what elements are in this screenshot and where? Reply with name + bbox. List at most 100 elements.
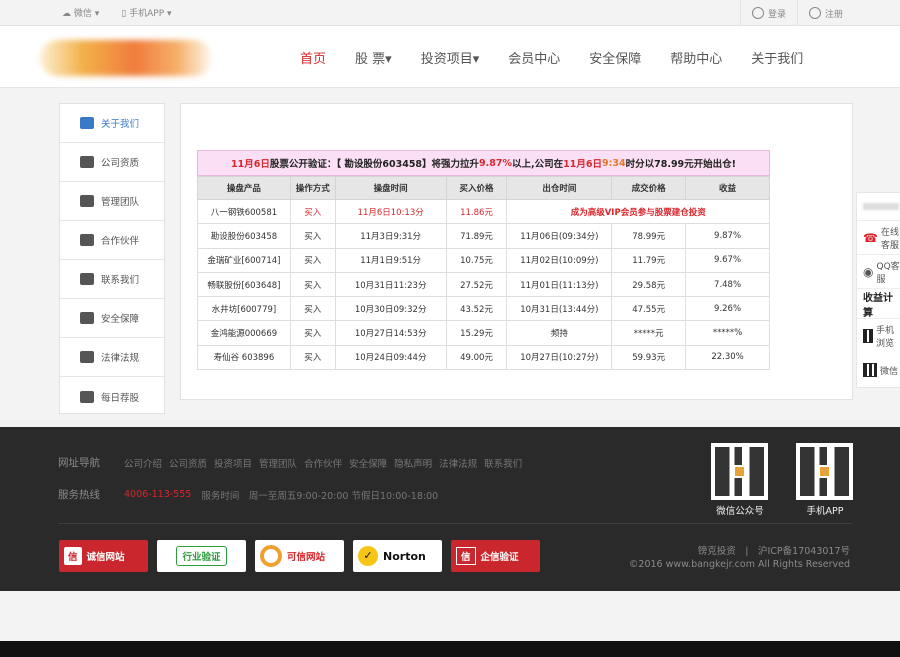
sidebar-item-qualification[interactable]: 公司资质 [60, 143, 164, 182]
mobile-browse-label: 手机浏览 [876, 326, 895, 349]
footer-nav: 网址导航 公司介绍 公司资质 投资项目 管理团队 合作伙伴 安全保障 隐私声明 … [58, 455, 529, 470]
handshake-icon [80, 234, 94, 246]
site-logo[interactable] [40, 40, 212, 76]
nav-member[interactable]: 会员中心 [508, 48, 560, 67]
table-cell: 10月31日(13:44分) [506, 296, 613, 322]
footer-link[interactable]: 公司介绍 [124, 456, 162, 470]
table-cell: 11.79元 [611, 247, 687, 273]
footer-link[interactable]: 联系我们 [484, 456, 522, 470]
footer-link[interactable]: 合作伙伴 [304, 456, 342, 470]
footer-link[interactable]: 隐私声明 [394, 456, 432, 470]
table-cell: 买入 [289, 247, 336, 273]
badge-enterprise[interactable]: 信企信验证 [451, 540, 540, 572]
register-label: 注册 [825, 9, 844, 20]
footer-link[interactable]: 公司资质 [169, 456, 207, 470]
table-cell: 11月3日9:31分 [334, 223, 447, 249]
table-cell: 10月27日14:53分 [334, 320, 447, 346]
top-bar: ☁ 微信 ▾ ▯ 手机APP ▾ 登录 注册 [0, 0, 900, 26]
nav-stocks[interactable]: 股 票▾ [355, 48, 392, 67]
footer-hotline: 服务热线 4006-113-555 服务时间 周一至周五9:00-20:00 节… [58, 487, 438, 502]
notice-percent: 9.87% [479, 157, 513, 169]
sidebar-item-daily-stock[interactable]: 每日荐股 [60, 377, 164, 416]
nav-home[interactable]: 首页 [300, 48, 326, 67]
mobile-browse-button[interactable]: 手机浏览 [857, 319, 900, 353]
footer-link[interactable]: 安全保障 [349, 456, 387, 470]
floating-service-panel: ☎ 在线客服 ◉ QQ客服 收益计算 手机浏览 微信 [856, 192, 900, 388]
table-row: 勘设股份603458 买入 11月3日9:31分 71.89元 11月06日(09:34… [197, 223, 770, 249]
qq-service-label: QQ客服 [876, 261, 900, 285]
badge-credit-site[interactable]: 信诚信网站 [59, 540, 148, 572]
badge-trusted-site[interactable]: 可信网站 [255, 540, 344, 572]
wechat-qr-label: 微信公众号 [716, 506, 764, 517]
table-cell: 11月01日(11:13分) [506, 271, 613, 298]
lock-icon [80, 390, 94, 403]
wechat-link[interactable]: ☁ 微信 ▾ [62, 6, 99, 19]
qr-icon [863, 329, 873, 343]
sidebar-item-team[interactable]: 管理团队 [60, 182, 164, 221]
column-header: 成交价格 [611, 176, 687, 200]
qr-logo [818, 465, 831, 478]
app-qr-code [796, 443, 853, 500]
footer-link[interactable]: 投资项目 [214, 456, 252, 470]
profit-calc-button[interactable]: 收益计算 [857, 289, 900, 319]
header: 首页 股 票▾ 投资项目▾ 会员中心 安全保障 帮助中心 关于我们 [0, 26, 900, 88]
briefcase-icon [80, 351, 94, 363]
table-cell: 11月02日(10:09分) [506, 247, 613, 273]
table-row: 水井坊[600779] 买入 10月30日09:32分 43.52元 10月31日(13… [197, 296, 770, 322]
table-cell: 11月6日10:13分 [334, 198, 447, 225]
footer-link[interactable]: 管理团队 [259, 456, 297, 470]
table-cell: 49.00元 [445, 344, 508, 371]
nav-help[interactable]: 帮助中心 [670, 48, 722, 67]
sidebar-item-security[interactable]: 安全保障 [60, 299, 164, 338]
main-nav: 首页 股 票▾ 投资项目▾ 会员中心 安全保障 帮助中心 关于我们 [300, 26, 832, 88]
sidebar-item-law[interactable]: 法律法规 [60, 338, 164, 377]
table-cell: 9.67% [685, 247, 770, 273]
sidebar: 关于我们 公司资质 管理团队 合作伙伴 联系我们 安全保障 法律法规 每日荐股 [59, 103, 165, 414]
sidebar-item-about[interactable]: 关于我们 [60, 104, 164, 143]
qq-service-button[interactable]: ◉ QQ客服 [857, 255, 900, 289]
register-link[interactable]: 注册 [797, 0, 854, 26]
table-cell: 寿仙谷 603896 [197, 344, 291, 371]
notice-date: 11月6日 [230, 159, 270, 170]
table-cell: 八一钢铁600581 [197, 198, 291, 225]
sidebar-item-contact[interactable]: 联系我们 [60, 260, 164, 299]
table-cell: 71.89元 [445, 223, 508, 249]
nav-security[interactable]: 安全保障 [589, 48, 641, 67]
trusted-icon [260, 545, 282, 567]
trust-badges: 信诚信网站 行业验证 可信网站 ✓ Norton 信企信验证 [59, 540, 540, 572]
people-icon [80, 117, 94, 129]
sidebar-item-label: 管理团队 [101, 197, 140, 208]
online-service-button[interactable]: ☎ 在线客服 [857, 221, 900, 255]
badge-norton[interactable]: ✓ Norton [353, 540, 442, 572]
table-cell: 10月30日09:32分 [334, 296, 447, 322]
sidebar-item-label: 每日荐股 [101, 392, 140, 404]
qq-icon: ◉ [863, 264, 874, 279]
table-cell: 10月27日(10:27分) [506, 344, 613, 371]
seal-icon: 信 [456, 547, 476, 565]
sidebar-item-label: 法律法规 [101, 353, 140, 364]
hotline-label: 服务热线 [58, 489, 100, 501]
nav-about[interactable]: 关于我们 [751, 48, 803, 67]
wechat-float-button[interactable]: 微信 [857, 353, 900, 387]
service-hours: 服务时间 周一至周五9:00-20:00 节假日10:00-18:00 [201, 490, 439, 502]
trophy-icon [80, 156, 94, 168]
notice-time: 9:34 [601, 157, 626, 169]
badge-label: 企信验证 [480, 552, 519, 563]
table-cell: 27.52元 [445, 271, 508, 298]
table-header: 操盘产品 操作方式 操盘时间 买入价格 出仓时间 成交价格 收益 [197, 176, 770, 200]
online-service-label: 在线客服 [880, 227, 899, 251]
badge-industry[interactable]: 行业验证 [157, 540, 246, 572]
login-link[interactable]: 登录 [740, 0, 797, 26]
table-cell: 10月24日09:44分 [334, 344, 447, 371]
footer-link[interactable]: 法律法规 [439, 456, 477, 470]
table-cell: 畅联股份[603648] [197, 271, 291, 298]
vip-join-link[interactable]: 成为高级VIP会员参与股票建仓投资 [506, 198, 770, 225]
register-icon [809, 7, 822, 19]
mobile-app-link[interactable]: ▯ 手机APP ▾ [121, 6, 171, 19]
table-cell: 买入 [289, 223, 336, 249]
table-cell: 金瑞矿业[600714] [197, 247, 291, 273]
table-cell: 78.99元 [611, 223, 687, 249]
sidebar-item-partners[interactable]: 合作伙伴 [60, 221, 164, 260]
nav-projects[interactable]: 投资项目▾ [421, 48, 480, 67]
qr-logo [733, 465, 746, 478]
